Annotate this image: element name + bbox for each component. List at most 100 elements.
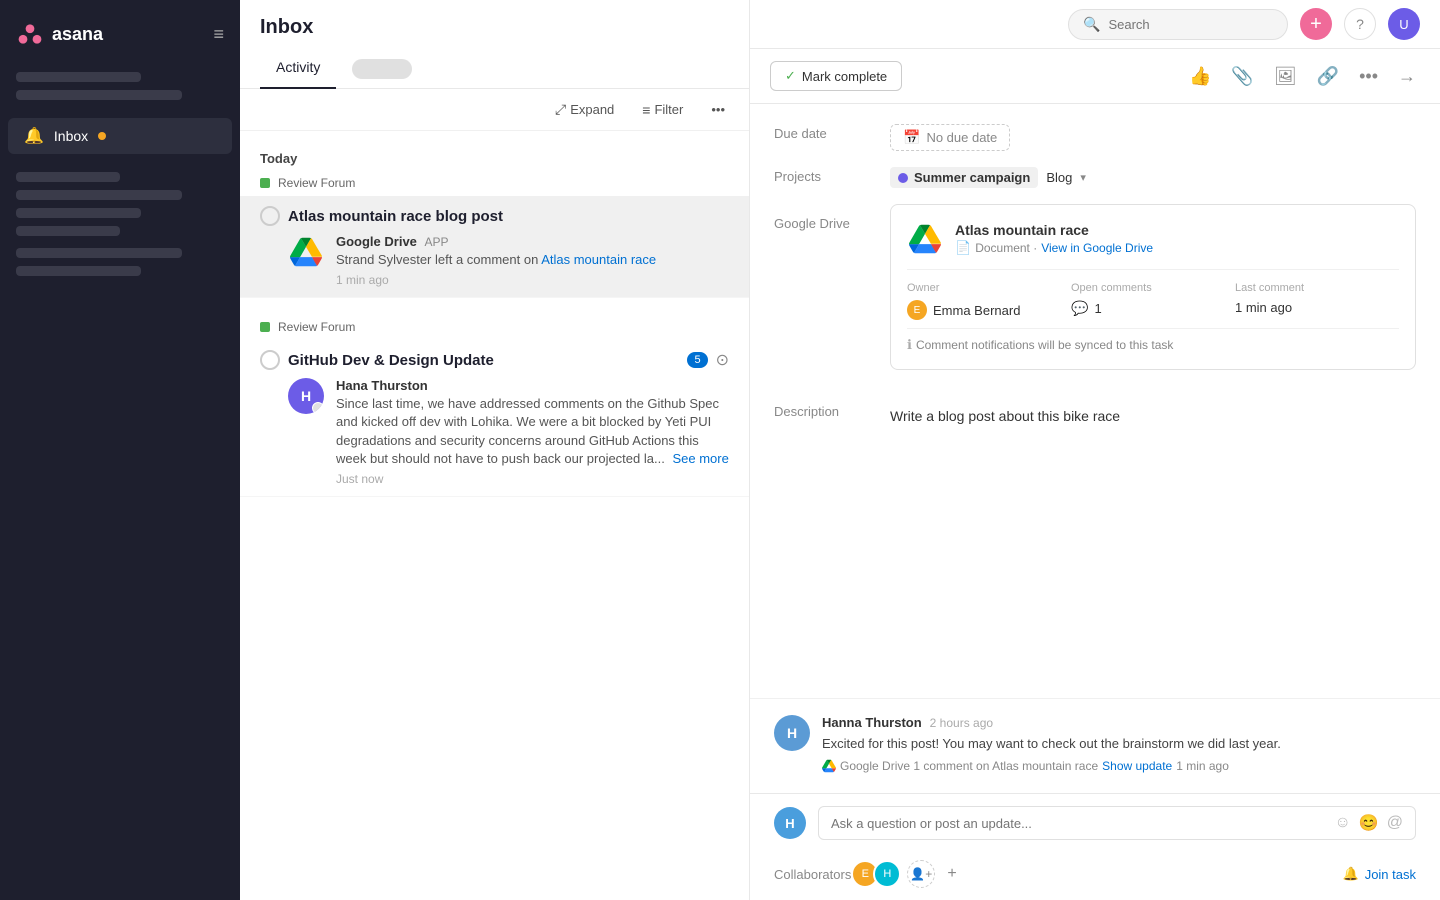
comment-header-1: Hanna Thurston 2 hours ago: [822, 715, 1416, 730]
search-input[interactable]: [1108, 17, 1273, 32]
comment-bubble-icon: 💬: [1071, 300, 1088, 317]
help-button[interactable]: ?: [1344, 8, 1376, 40]
inbox-tabs: Activity: [260, 51, 729, 88]
collab-avatars: E H: [851, 860, 895, 888]
skeleton-line: [16, 172, 120, 182]
gdrive-card-header: Atlas mountain race 📄 Document · View in…: [907, 221, 1399, 257]
inbox-group-2: Review Forum GitHub Dev & Design Update …: [240, 314, 749, 497]
inbox-group-1: Review Forum Atlas mountain race blog po…: [240, 170, 749, 298]
search-bar[interactable]: 🔍: [1068, 9, 1288, 40]
comments-section: H Hanna Thurston 2 hours ago Excited for…: [750, 698, 1440, 794]
owner-value: E Emma Bernard: [907, 300, 1071, 320]
attach-button[interactable]: 📎: [1227, 62, 1257, 91]
group-label-1: Review Forum: [240, 170, 749, 196]
complete-checkbox-2[interactable]: [260, 350, 280, 370]
filter-button[interactable]: ≡ Filter: [634, 98, 691, 122]
comment-time-1: 2 hours ago: [930, 716, 993, 730]
complete-checkbox-1[interactable]: [260, 206, 280, 226]
see-more-link[interactable]: See more: [672, 451, 728, 466]
tab-activity[interactable]: Activity: [260, 51, 336, 89]
close-detail-button[interactable]: →: [1394, 62, 1420, 91]
comment-gdrive-ref: Google Drive 1 comment on Atlas mountain…: [822, 759, 1416, 773]
detail-toolbar: ✓ Mark complete 👍 📎 🖼 🔗 ••• →: [750, 49, 1440, 104]
skeleton-line: [16, 90, 182, 100]
detail-content: Due date 📅 No due date Projects: [750, 104, 1440, 698]
inbox-item-1[interactable]: Atlas mountain race blog post: [240, 196, 749, 298]
inbox-notification-dot: [98, 132, 106, 140]
gdrive-meta-comments: Open comments 💬 1: [1071, 282, 1235, 320]
item-content-1: Google Drive APP Strand Sylvester left a…: [260, 234, 729, 287]
comment-author-1: Hanna Thurston: [822, 715, 922, 730]
expand-button[interactable]: ⤢ Expand: [547, 97, 622, 122]
emoji-icon[interactable]: ☺: [1334, 814, 1350, 832]
projects-label: Projects: [774, 167, 874, 184]
gdrive-card-subtitle: 📄 Document · View in Google Drive: [955, 240, 1153, 256]
item-text-2: Since last time, we have addressed comme…: [336, 395, 729, 468]
hamburger-icon[interactable]: ≡: [213, 24, 224, 45]
due-date-row: Due date 📅 No due date: [774, 124, 1416, 151]
description-section: Write a blog post about this bike race: [890, 406, 1120, 427]
comment-input-wrap[interactable]: ☺ 😊 @: [818, 806, 1416, 840]
comment-input-area: H ☺ 😊 @: [750, 793, 1440, 852]
item-content-2: H Hana Thurston Since last time, we have…: [260, 378, 729, 486]
gdrive-card: Atlas mountain race 📄 Document · View in…: [890, 204, 1416, 370]
doc-icon: 📄: [955, 240, 971, 256]
detail-toolbar-right: 👍 📎 🖼 🔗 ••• →: [1185, 62, 1420, 91]
item-body-1: Google Drive APP Strand Sylvester left a…: [336, 234, 729, 287]
join-task-button[interactable]: 🔔 Join task: [1343, 866, 1417, 882]
due-date-value: 📅 No due date: [890, 124, 1416, 151]
show-update-link[interactable]: Show update: [1102, 759, 1172, 773]
item-sender-2: Hana Thurston: [336, 378, 729, 393]
project-chevron-icon[interactable]: ▾: [1080, 171, 1086, 184]
gdrive-row: Google Drive: [774, 204, 1416, 386]
screenshot-button[interactable]: 🖼: [1270, 62, 1301, 91]
inbox-item-2[interactable]: GitHub Dev & Design Update 5 ⊙ H: [240, 340, 749, 497]
owner-label: Owner: [907, 282, 1071, 294]
projects-row: Projects Summer campaign Blog ▾: [774, 167, 1416, 188]
sidebar-header: asana ≡: [0, 12, 240, 64]
bell-icon: 🔔: [24, 126, 44, 146]
user-avatar[interactable]: U: [1388, 8, 1420, 40]
add-collab-plus[interactable]: +: [947, 865, 956, 883]
gdrive-label: Google Drive: [774, 204, 874, 231]
gdrive-card-meta: Owner E Emma Bernard Open comments: [907, 269, 1399, 320]
gdrive-card-icon: [907, 221, 943, 257]
asana-logo: asana: [16, 20, 103, 48]
item-time-2: Just now: [336, 472, 729, 486]
sidebar-item-label: Inbox: [54, 128, 88, 144]
more-button[interactable]: •••: [703, 98, 733, 121]
tab-archive-pill: [352, 59, 412, 79]
item-time-1: 1 min ago: [336, 273, 729, 287]
mark-complete-button[interactable]: ✓ Mark complete: [770, 61, 902, 91]
link-button[interactable]: 🔗: [1313, 62, 1343, 91]
sidebar-skeleton-bottom: [0, 156, 240, 292]
add-collaborator-button[interactable]: 👤+: [907, 860, 935, 888]
emoji2-icon[interactable]: 😊: [1359, 813, 1379, 833]
new-badge: 5: [687, 352, 707, 368]
inbox-content: Today Review Forum Atlas mountain race b…: [240, 131, 749, 900]
overflow-button[interactable]: •••: [1355, 62, 1382, 91]
due-date-label: Due date: [774, 124, 874, 141]
skeleton-line: [16, 266, 141, 276]
project-sub-label: Blog: [1046, 170, 1072, 185]
mention-icon[interactable]: @: [1387, 814, 1403, 832]
top-bar: 🔍 + ? U: [750, 0, 1440, 49]
item-badge-area: 5 ⊙: [687, 350, 729, 370]
sidebar-item-inbox[interactable]: 🔔 Inbox: [8, 118, 232, 154]
item-title-2: GitHub Dev & Design Update: [288, 352, 494, 369]
atlas-mountain-race-link[interactable]: Atlas mountain race: [541, 252, 656, 267]
add-button[interactable]: +: [1300, 8, 1332, 40]
gdrive-card-info: Atlas mountain race 📄 Document · View in…: [955, 222, 1153, 256]
comment-body-1: Hanna Thurston 2 hours ago Excited for t…: [822, 715, 1416, 774]
like-button[interactable]: 👍: [1185, 62, 1215, 91]
inbox-header: Inbox Activity: [240, 0, 749, 89]
comment-input-icons: ☺ 😊 @: [1334, 813, 1403, 833]
comment-input[interactable]: [831, 816, 1326, 831]
view-in-gdrive-link[interactable]: View in Google Drive: [1041, 241, 1153, 255]
item-title-1: Atlas mountain race blog post: [288, 208, 503, 225]
comment-user-avatar: H: [774, 807, 806, 839]
no-due-date-picker[interactable]: 📅 No due date: [890, 124, 1010, 151]
info-icon: ℹ: [907, 337, 912, 353]
project-tag-summer[interactable]: Summer campaign: [890, 167, 1038, 188]
person-add-icon: 👤+: [910, 867, 932, 881]
